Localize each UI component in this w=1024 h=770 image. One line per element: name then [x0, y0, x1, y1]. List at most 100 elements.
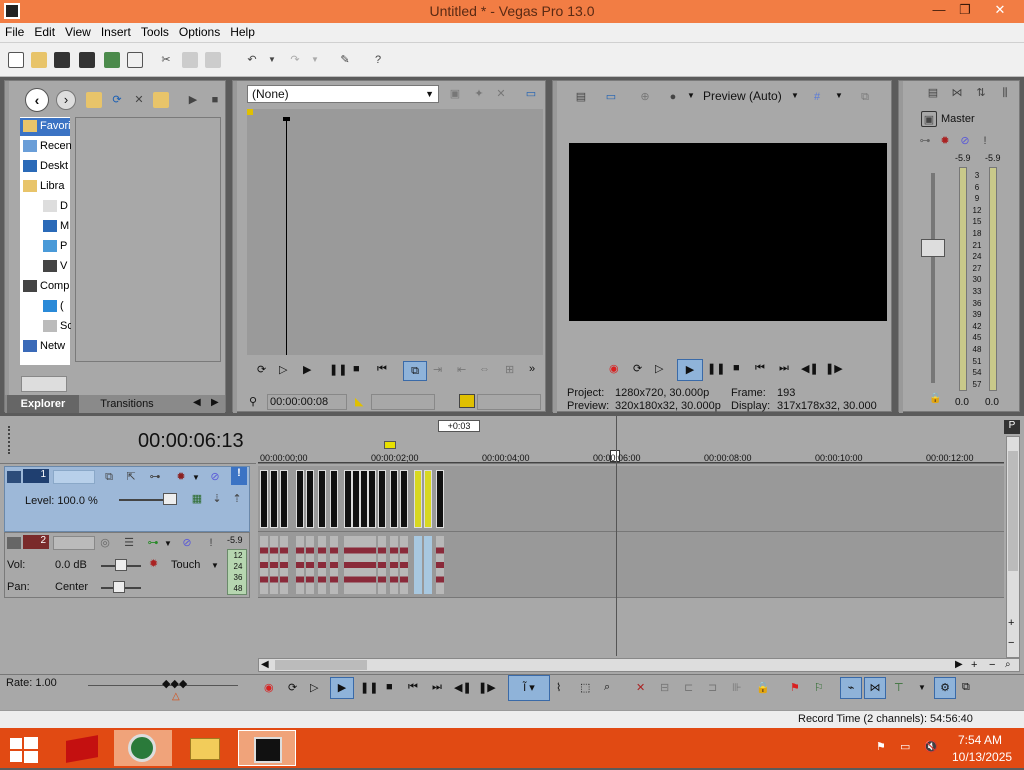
- solo-icon[interactable]: !: [231, 467, 247, 485]
- go-to-start-icon[interactable]: ⏮: [408, 681, 418, 694]
- pause-icon[interactable]: ❚❚: [707, 362, 725, 375]
- menu-tools[interactable]: Tools: [136, 23, 174, 41]
- vertical-scrollbar[interactable]: + −: [1006, 436, 1020, 658]
- split-icon[interactable]: ⊪: [732, 681, 742, 694]
- track-name-field[interactable]: [53, 536, 95, 550]
- audio-event[interactable]: [352, 536, 360, 594]
- audio-event[interactable]: [436, 536, 444, 594]
- h-zoom-in-icon[interactable]: +: [971, 659, 977, 671]
- menu-file[interactable]: File: [0, 23, 29, 41]
- out-timecode[interactable]: [477, 394, 541, 410]
- next-frame-icon[interactable]: ❚▶: [478, 681, 496, 694]
- audio-event[interactable]: [424, 536, 432, 594]
- minimize-button[interactable]: —: [926, 0, 952, 20]
- external-monitor-icon[interactable]: ▭: [603, 89, 619, 105]
- more-icon[interactable]: »: [529, 363, 535, 375]
- timeline-ruler[interactable]: +0:03 00:00:00;00 00:00:02;00 00:00:04;00 0…: [258, 416, 1004, 464]
- audio-event[interactable]: [270, 536, 278, 594]
- tree-item[interactable]: V: [43, 257, 71, 275]
- video-track-header[interactable]: 1 ⧉ ⇱ ⊶ ✹ ▼ ⊘ ! Level: 100.0 % ▦ ⇣ ⇡: [4, 466, 250, 532]
- record-icon[interactable]: ◉: [264, 681, 274, 694]
- copy-snapshot-icon[interactable]: ⧉: [857, 89, 873, 105]
- media-dropdown[interactable]: (None) ▼: [247, 85, 439, 103]
- motion-icon[interactable]: ⊶: [147, 469, 163, 485]
- vol-slider[interactable]: [115, 559, 127, 571]
- level-slider[interactable]: [163, 493, 177, 505]
- add-right-icon[interactable]: ⇤: [457, 363, 466, 376]
- fx-dropdown-icon[interactable]: ▼: [687, 91, 695, 100]
- pin-icon[interactable]: ✦: [471, 86, 487, 102]
- mixer-properties-icon[interactable]: ▤: [925, 85, 941, 101]
- in-timecode[interactable]: [371, 394, 435, 410]
- trim-start-icon[interactable]: ⊏: [684, 681, 693, 694]
- invert-phase-icon[interactable]: ☰: [121, 535, 137, 551]
- scroll-right-icon[interactable]: ▶: [955, 659, 963, 670]
- pause-icon[interactable]: ❚❚: [360, 681, 378, 694]
- network-icon[interactable]: ▭: [900, 740, 910, 753]
- stop-icon[interactable]: ■: [386, 681, 393, 693]
- save-as-icon[interactable]: [79, 52, 95, 68]
- audio-event[interactable]: [296, 536, 304, 594]
- fx-dropdown-icon[interactable]: ▼: [192, 473, 200, 482]
- record-arm-icon[interactable]: ◎: [97, 535, 113, 551]
- track-name-field[interactable]: [53, 470, 95, 484]
- video-fx-icon[interactable]: ●: [665, 89, 681, 105]
- cursor-timecode[interactable]: 00:00:06:13: [138, 430, 244, 453]
- solo-icon[interactable]: !: [977, 133, 993, 149]
- up-icon[interactable]: ⇡: [229, 491, 245, 507]
- audio-event[interactable]: [400, 536, 408, 594]
- go-to-start-icon[interactable]: ⏮: [377, 363, 387, 376]
- audio-event[interactable]: [344, 536, 352, 594]
- tree-item[interactable]: Comp: [23, 277, 71, 295]
- video-event[interactable]: [424, 470, 432, 528]
- video-event[interactable]: [318, 470, 326, 528]
- refresh-icon[interactable]: ⟳: [109, 92, 125, 108]
- snapping-icon[interactable]: ⌁: [840, 677, 862, 699]
- vertical-scroll-thumb[interactable]: [1008, 451, 1018, 571]
- audio-event[interactable]: [378, 536, 386, 594]
- volume-icon[interactable]: 🔇: [924, 740, 938, 753]
- tree-item[interactable]: Deskt: [23, 157, 71, 175]
- lock-icon[interactable]: ⚲: [249, 395, 257, 408]
- insert-fx-icon[interactable]: ⊶: [917, 133, 933, 149]
- automation-icon[interactable]: ✹: [149, 557, 158, 570]
- play-from-start-icon[interactable]: ▷: [310, 681, 318, 694]
- overlays-dropdown-icon[interactable]: ▼: [835, 91, 843, 100]
- go-to-start-icon[interactable]: ⏮: [755, 362, 765, 375]
- parent-motion-icon[interactable]: ⇱: [123, 469, 139, 485]
- back-button[interactable]: ‹: [25, 88, 49, 112]
- quality-chevron-icon[interactable]: ▼: [791, 91, 799, 100]
- h-zoom-out-icon[interactable]: −: [989, 659, 995, 671]
- tree-item[interactable]: (: [43, 297, 71, 315]
- audio-event[interactable]: [318, 536, 326, 594]
- prev-frame-icon[interactable]: ◀❚: [454, 681, 472, 694]
- downmix-icon[interactable]: ⋈: [949, 85, 965, 101]
- save-icon[interactable]: [54, 52, 70, 68]
- collapse-icon[interactable]: [7, 537, 21, 549]
- marker-icon[interactable]: P: [1004, 420, 1020, 434]
- video-event[interactable]: [280, 470, 288, 528]
- menu-insert[interactable]: Insert: [96, 23, 136, 41]
- audio-track-header[interactable]: 2 ◎ ☰ ⊶ ▼ ⊘ ! -5.9 Vol: 0.0 dB ✹ Touch ▼…: [4, 532, 250, 598]
- down-icon[interactable]: ⇣: [209, 491, 225, 507]
- next-frame-icon[interactable]: ❚▶: [825, 362, 843, 375]
- envelope-tool-icon[interactable]: ⌇: [556, 681, 561, 694]
- snap-icon[interactable]: ⧉: [403, 361, 427, 381]
- overlays-icon[interactable]: #: [809, 89, 825, 105]
- undo-icon[interactable]: ↶: [244, 52, 260, 68]
- trimmer-canvas[interactable]: [247, 109, 543, 355]
- tree-item[interactable]: Favori: [23, 117, 71, 135]
- menu-options[interactable]: Options: [174, 23, 225, 41]
- trim-end-icon[interactable]: ⊐: [708, 681, 717, 694]
- normal-edit-tool-icon[interactable]: Ĩ ▾: [508, 675, 550, 701]
- lock-envelopes-icon[interactable]: ⫼: [997, 85, 1013, 101]
- tree-item[interactable]: M: [43, 217, 71, 235]
- record-icon[interactable]: ◉: [609, 362, 619, 375]
- cut-icon[interactable]: ✂: [158, 52, 174, 68]
- tree-item[interactable]: Netw: [23, 337, 71, 355]
- video-event[interactable]: [360, 470, 368, 528]
- trimmer-grip[interactable]: [233, 81, 237, 413]
- up-folder-icon[interactable]: [86, 92, 102, 108]
- zoom-in-icon[interactable]: +: [1008, 617, 1014, 629]
- automation-mode[interactable]: Touch: [171, 559, 200, 571]
